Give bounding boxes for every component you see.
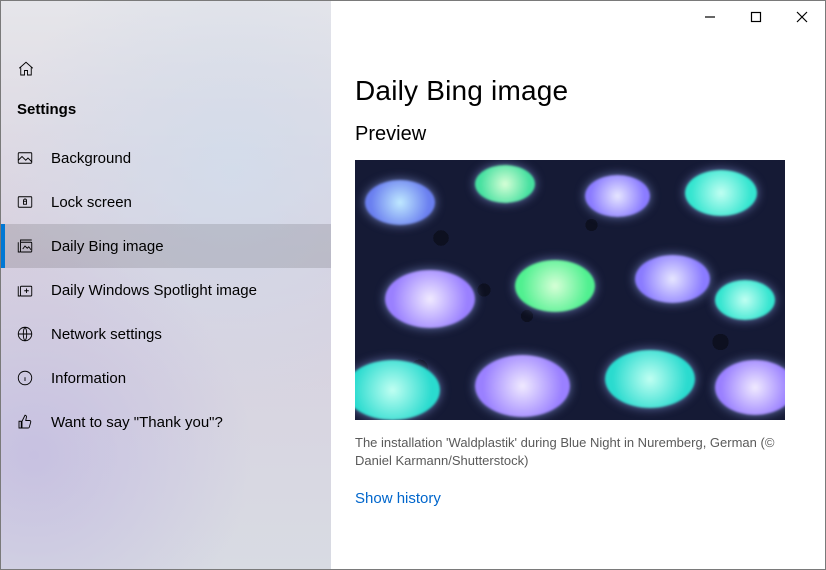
sidebar-item-label: Daily Windows Spotlight image — [51, 282, 257, 299]
gallery-icon — [15, 236, 35, 256]
thumbs-up-icon — [15, 412, 35, 432]
close-button[interactable] — [779, 1, 825, 33]
preview-flower — [715, 360, 785, 415]
preview-flower — [385, 270, 475, 328]
sidebar-item-label: Lock screen — [51, 194, 132, 211]
preview-flower — [605, 350, 695, 408]
gallery-plus-icon — [15, 280, 35, 300]
preview-flower — [475, 165, 535, 203]
sidebar-item-information[interactable]: Information — [1, 356, 331, 400]
main-pane: Daily Bing image Preview The installatio… — [331, 1, 825, 569]
minimize-button[interactable] — [687, 1, 733, 33]
sidebar-item-lock-screen[interactable]: Lock screen — [1, 180, 331, 224]
preview-flower — [635, 255, 710, 303]
preview-flower — [585, 175, 650, 217]
sidebar-item-label: Background — [51, 150, 131, 167]
sidebar-item-network[interactable]: Network settings — [1, 312, 331, 356]
home-button[interactable] — [15, 59, 37, 81]
globe-icon — [15, 324, 35, 344]
preview-flower — [715, 280, 775, 320]
sidebar-item-background[interactable]: Background — [1, 136, 331, 180]
info-icon — [15, 368, 35, 388]
lock-screen-icon — [15, 192, 35, 212]
sidebar-item-label: Daily Bing image — [51, 238, 164, 255]
section-title: Preview — [355, 123, 801, 146]
sidebar-item-thanks[interactable]: Want to say "Thank you"? — [1, 400, 331, 444]
preview-flower — [475, 355, 570, 417]
preview-flower — [515, 260, 595, 312]
sidebar-item-label: Want to say "Thank you"? — [51, 414, 223, 431]
preview-caption: The installation 'Waldplastik' during Bl… — [355, 434, 785, 470]
preview-flower — [365, 180, 435, 225]
show-history-link[interactable]: Show history — [355, 490, 441, 507]
maximize-button[interactable] — [733, 1, 779, 33]
sidebar-nav: Background Lock screen Daily Bing image … — [1, 136, 331, 444]
titlebar — [687, 1, 825, 33]
close-icon — [796, 11, 808, 23]
preview-image — [355, 160, 785, 420]
sidebar: Settings Background Lock screen Daily Bi… — [1, 1, 331, 569]
app-window: Settings Background Lock screen Daily Bi… — [0, 0, 826, 570]
maximize-icon — [750, 11, 762, 23]
minimize-icon — [704, 11, 716, 23]
image-icon — [15, 148, 35, 168]
page-title: Daily Bing image — [355, 75, 801, 107]
sidebar-item-label: Information — [51, 370, 126, 387]
sidebar-item-spotlight[interactable]: Daily Windows Spotlight image — [1, 268, 331, 312]
sidebar-item-label: Network settings — [51, 326, 162, 343]
sidebar-item-daily-bing[interactable]: Daily Bing image — [1, 224, 331, 268]
home-icon — [17, 60, 35, 81]
sidebar-header: Settings — [1, 93, 331, 136]
preview-flower — [685, 170, 757, 216]
